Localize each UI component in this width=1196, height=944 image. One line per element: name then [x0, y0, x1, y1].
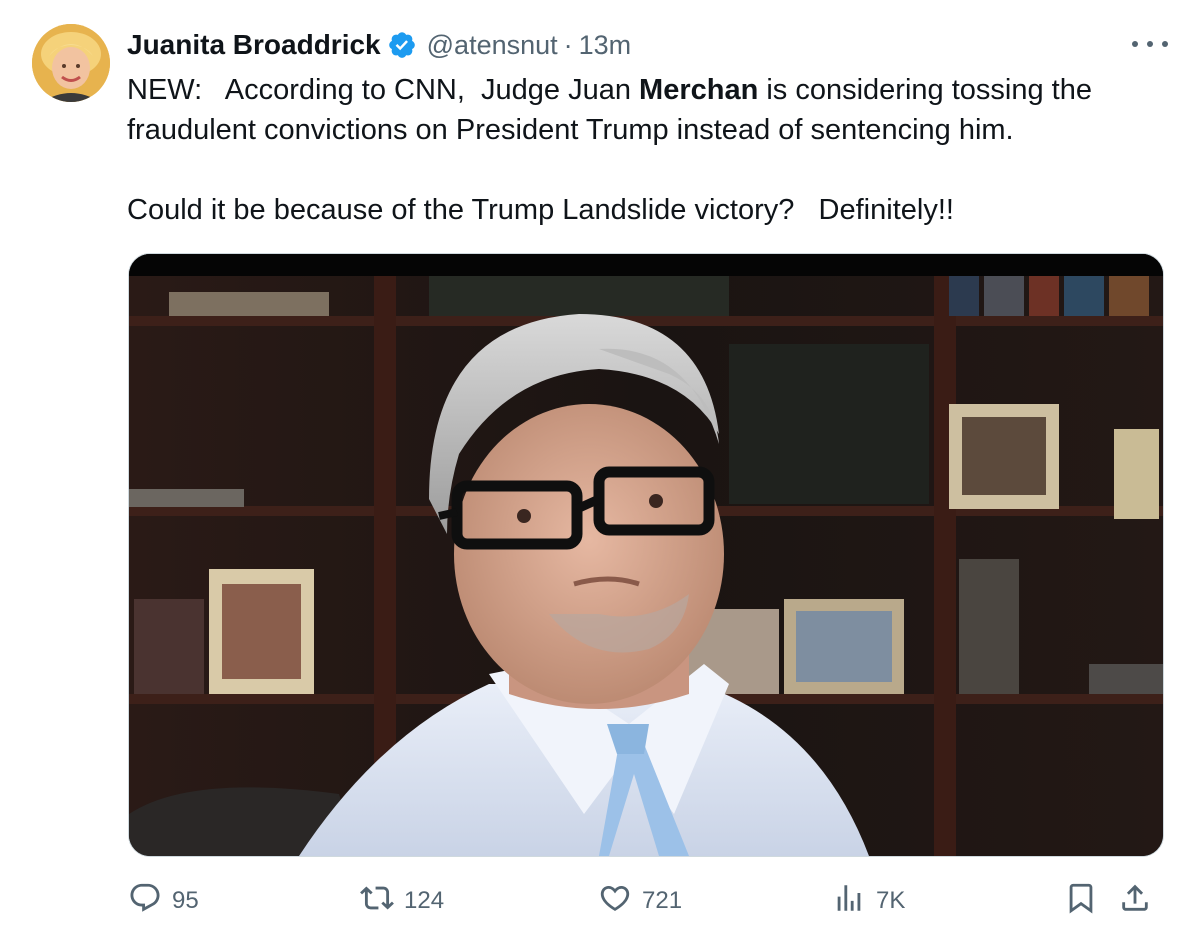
- reply-button[interactable]: 95: [128, 878, 199, 924]
- repost-count: 124: [404, 887, 445, 914]
- avatar[interactable]: [32, 24, 110, 102]
- tweet-actions: 95 124 721 7K: [128, 878, 1168, 924]
- repost-icon: [360, 881, 394, 922]
- tweet: Juanita Broaddrick @atensnut · 13m NEW: …: [0, 0, 1196, 944]
- text-bold-segment: Merchan: [639, 74, 759, 106]
- tweet-text: NEW: According to CNN, Judge Juan Mercha…: [127, 70, 1167, 230]
- tweet-text-line-3: Could it be because of the Trump Landsli…: [127, 194, 954, 226]
- reply-icon: [128, 881, 162, 922]
- reply-count: 95: [172, 887, 199, 914]
- like-count: 721: [642, 887, 683, 914]
- verified-badge-icon[interactable]: [387, 30, 417, 60]
- share-icon: [1118, 881, 1152, 922]
- views-button[interactable]: 7K: [832, 878, 905, 924]
- text-segment: is considering tossing the: [758, 74, 1092, 106]
- bookmark-button[interactable]: [1064, 878, 1098, 924]
- tweet-photo[interactable]: [128, 253, 1164, 857]
- author-name[interactable]: Juanita Broaddrick: [127, 29, 381, 61]
- share-button[interactable]: [1118, 878, 1152, 924]
- text-segment: NEW: According to CNN, Judge Juan: [127, 74, 640, 106]
- tweet-text-line-2: fraudulent convictions on President Trum…: [127, 114, 1014, 146]
- views-count: 7K: [876, 887, 906, 914]
- more-dots-icon[interactable]: [1132, 30, 1168, 58]
- tweet-header: Juanita Broaddrick @atensnut · 13m: [127, 26, 631, 64]
- bookmark-icon: [1064, 881, 1098, 922]
- like-button[interactable]: 721: [598, 878, 682, 924]
- views-chart-icon: [832, 881, 866, 922]
- separator-dot: ·: [563, 29, 573, 60]
- heart-icon: [598, 881, 632, 922]
- author-handle[interactable]: @atensnut: [427, 30, 558, 61]
- tweet-text-line-1: NEW: According to CNN, Judge Juan Mercha…: [127, 70, 1167, 110]
- repost-button[interactable]: 124: [360, 878, 444, 924]
- timestamp[interactable]: 13m: [579, 30, 632, 61]
